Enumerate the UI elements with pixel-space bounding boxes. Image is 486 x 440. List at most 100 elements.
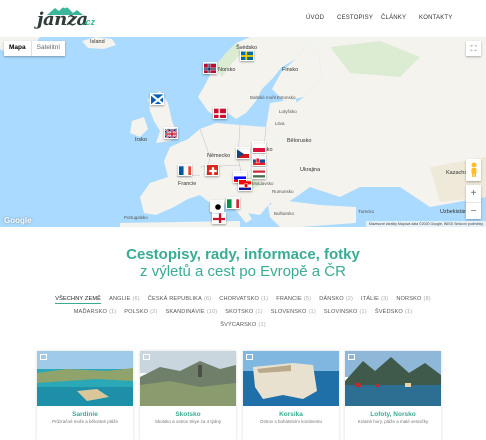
map-flag-korsika[interactable] xyxy=(210,200,224,212)
map-label-estonsko: Estonsko xyxy=(277,95,296,100)
map-flag-dansko[interactable] xyxy=(213,107,227,119)
filter-všechny-země[interactable]: VŠECHNY ZEMĚ xyxy=(55,296,102,304)
map-label-uzbekistan: Uzbekistán xyxy=(440,209,468,215)
country-filter-row-1: VŠECHNY ZEMĚ ANGLIE (6) ČESKÁ REPUBLIKA (6) C… xyxy=(30,296,456,304)
fullscreen-button[interactable]: ⛶ xyxy=(466,41,481,56)
map-flag-italie[interactable] xyxy=(226,197,240,209)
article-card-skotsko[interactable]: Skotsko Skotsko a ostrov Skye za 4 týdny xyxy=(140,351,236,440)
filter-skotsko[interactable]: SKOTSKO (1) xyxy=(225,309,262,315)
nav-cestopisy[interactable]: CESTOPISY xyxy=(337,15,373,21)
article-card-sardinie[interactable]: Sardinie Průzračné moře a bělostné pláže xyxy=(37,351,133,440)
street-view-button[interactable] xyxy=(466,159,481,181)
italy-flag-icon xyxy=(227,199,239,208)
zoom-out-button[interactable]: − xyxy=(466,202,481,219)
map-flag-svedsko[interactable] xyxy=(240,49,254,61)
filter-count: (8) xyxy=(423,296,431,302)
filter-česká-republika[interactable]: ČESKÁ REPUBLIKA (6) xyxy=(148,296,211,302)
filter-slovensko[interactable]: SLOVENSKO (1) xyxy=(271,309,316,315)
filter-slovinsko[interactable]: SLOVINSKO (1) xyxy=(324,309,367,315)
filter-polsko[interactable]: POLSKO (2) xyxy=(124,309,157,315)
logo-tld: .cz xyxy=(83,17,96,27)
zoom-in-button[interactable]: + xyxy=(466,185,481,202)
filter-count: (1) xyxy=(108,309,117,315)
map-label-rumunsko: Rumunsko xyxy=(272,189,294,194)
filter-label: SLOVENSKO xyxy=(270,309,307,315)
card-title[interactable]: Lofoty, Norsko xyxy=(345,411,441,418)
filter-count: (6) xyxy=(203,296,212,302)
denmark-flag-icon xyxy=(214,108,226,118)
map-flag-svycarsko[interactable] xyxy=(205,164,219,176)
card-flag-sardinie xyxy=(40,354,47,360)
filter-label: ČESKÁ REPUBLIKA xyxy=(147,296,202,302)
article-card-korsika[interactable]: Korsika Ostrov s bohatstvím kontinentu xyxy=(243,351,339,440)
nav-uvod[interactable]: ÚVOD xyxy=(306,15,324,21)
map-flag-madarsko[interactable] xyxy=(252,167,266,179)
filter-itálie[interactable]: ITÁLIE (3) xyxy=(361,296,388,302)
map-flag-polsko[interactable] xyxy=(252,141,266,153)
card-image-korsika[interactable] xyxy=(243,351,339,406)
map-label-belarus: Bělorusko xyxy=(287,138,312,144)
country-filter-row-2: MAĎARSKO (1) POLSKO (2) SKANDINÁVIE (10) SKOTS… xyxy=(30,309,456,315)
card-image-sardinie[interactable] xyxy=(37,351,133,406)
filter-label: SKOTSKO xyxy=(225,309,254,315)
filter-label: NORSKO xyxy=(396,296,422,302)
map-flag-sardinie[interactable] xyxy=(212,212,226,224)
card-title[interactable]: Korsika xyxy=(243,411,339,418)
card-title[interactable]: Skotsko xyxy=(140,411,236,418)
card-description: Ostrov s bohatstvím kontinentu xyxy=(259,419,323,424)
filter-count: (2) xyxy=(345,296,354,302)
filter-count: (5) xyxy=(303,296,312,302)
filter-švýcarsko[interactable]: ŠVÝCARSKO (1) xyxy=(220,322,265,328)
filter-maďarsko[interactable]: MAĎARSKO (1) xyxy=(74,309,117,315)
filter-chorvatsko[interactable]: CHORVATSKO (1) xyxy=(219,296,268,302)
map-flag-skotsko[interactable] xyxy=(150,93,164,105)
map-label-litva: Litva xyxy=(275,121,285,126)
map-flag-slovensko[interactable] xyxy=(252,154,266,166)
filter-count: (1) xyxy=(260,296,269,302)
map-attribution[interactable]: Klávesové zkratky Mapová data ©2020 Goog… xyxy=(365,221,486,227)
nav-kontakty[interactable]: KONTAKTY xyxy=(419,15,453,21)
logo-text: janza xyxy=(37,9,88,30)
site-logo[interactable]: janza .cz xyxy=(37,5,99,33)
filter-label: MAĎARSKO xyxy=(73,309,107,315)
filter-norsko[interactable]: NORSKO (8) xyxy=(396,296,430,302)
filter-skandinávie[interactable]: SKANDINÁVIE (10) xyxy=(165,309,217,315)
map-label-irsko: Irsko xyxy=(135,137,147,143)
page-subtitle: z výletů a cest po Evropě a ČR xyxy=(140,263,346,280)
card-title[interactable]: Sardinie xyxy=(37,411,133,418)
filter-count: (6) xyxy=(132,296,140,302)
card-image-lofoty[interactable] xyxy=(345,351,441,406)
filter-label: ŠVÝCARSKO xyxy=(220,322,257,328)
filter-francie[interactable]: FRANCIE (5) xyxy=(276,296,311,302)
card-flag-lofoty xyxy=(348,354,355,360)
croatia-flag-icon xyxy=(239,181,251,190)
map-type-satellite-button[interactable]: Satelitní xyxy=(30,41,66,56)
czech-flag-icon xyxy=(237,149,249,158)
europe-map[interactable]: Island Finsko Švédsko Norsko Estonsko Lo… xyxy=(0,37,486,227)
country-filter-row-3: ŠVÝCARSKO (1) xyxy=(30,322,456,328)
article-card-lofoty[interactable]: Lofoty, Norsko Krásné hory, pláže a malé… xyxy=(345,351,441,440)
map-label-iceland: Island xyxy=(90,39,105,45)
map-label-ukrajina: Ukrajina xyxy=(300,167,321,173)
filter-dánsko[interactable]: DÁNSKO (2) xyxy=(319,296,353,302)
map-type-map-button[interactable]: Mapa xyxy=(4,41,31,56)
slovakia-flag-icon xyxy=(253,156,265,165)
map-flag-francie[interactable] xyxy=(178,164,192,176)
google-logo[interactable]: Google xyxy=(4,216,32,225)
map-label-turecko: Turecko xyxy=(358,209,375,214)
map-label-lotyssko: Lotyšsko xyxy=(279,109,297,114)
filter-anglie[interactable]: ANGLIE (6) xyxy=(109,296,140,302)
filter-label: VŠECHNY ZEMĚ xyxy=(55,296,102,302)
map-label-francie: Francie xyxy=(178,181,197,187)
card-description: Skotsko a ostrov Skye za 4 týdny xyxy=(154,419,222,424)
filter-label: ŠVÉDSKO xyxy=(374,309,403,315)
filter-švédsko[interactable]: ŠVÉDSKO (1) xyxy=(375,309,412,315)
card-image-skotsko[interactable] xyxy=(140,351,236,406)
map-flag-chorvatsko[interactable] xyxy=(238,179,252,191)
map-flag-anglie[interactable] xyxy=(164,127,178,139)
nav-clanky[interactable]: ČLÁNKY xyxy=(381,15,406,21)
map-flag-norsko[interactable] xyxy=(203,62,217,74)
map-flag-ceska-republika[interactable] xyxy=(236,147,250,159)
fullscreen-icon: ⛶ xyxy=(470,44,477,53)
card-flag-skotsko xyxy=(143,354,150,360)
